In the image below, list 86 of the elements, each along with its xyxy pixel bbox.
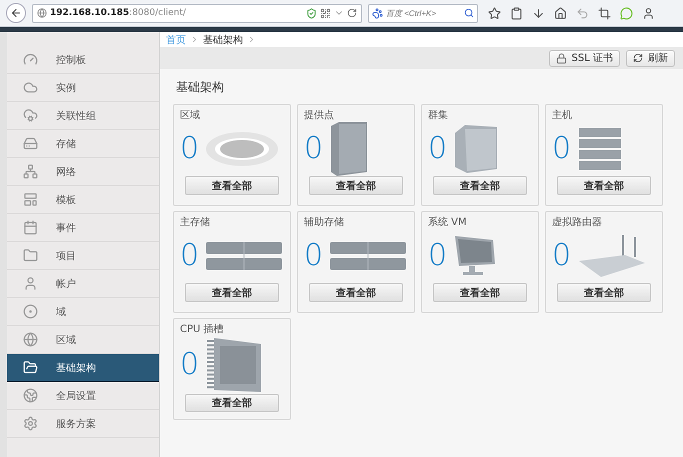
view-all-button[interactable]: 查看全部: [309, 283, 403, 302]
folder-icon: [23, 360, 38, 375]
sidebar-item[interactable]: 帐户: [7, 270, 159, 298]
view-all-button[interactable]: 查看全部: [433, 283, 527, 302]
card-title: 系统 VM: [427, 216, 467, 229]
back-button[interactable]: [6, 3, 26, 23]
view-all-button[interactable]: 查看全部: [185, 283, 279, 302]
user-icon: [23, 276, 38, 291]
sidebar-item[interactable]: 基础架构: [7, 354, 159, 382]
sidebar-item[interactable]: 关联性组: [7, 102, 159, 130]
view-all-button[interactable]: 查看全部: [309, 176, 403, 195]
target-icon: [23, 304, 38, 319]
settings-icon: [23, 416, 38, 431]
resource-count: 0: [552, 134, 572, 164]
view-all-button[interactable]: 查看全部: [185, 176, 279, 195]
back-icon: [10, 7, 22, 19]
card-title: 虚拟路由器: [551, 216, 602, 229]
card-title: 主机: [551, 108, 572, 122]
resource-count: 0: [304, 241, 324, 271]
card-title: 主存储: [179, 216, 210, 229]
ssl-certificate-button[interactable]: SSL 证书: [548, 50, 620, 66]
chevron-icon: [247, 35, 256, 44]
server-drawing: [577, 126, 624, 172]
sidebar-item[interactable]: 项目: [7, 242, 159, 270]
cube-drawing: [453, 125, 500, 173]
resource-count: 0: [428, 241, 448, 271]
panel-title: 基础架构: [175, 79, 225, 96]
sidebar-item[interactable]: 事件: [7, 214, 159, 242]
card-title: 提供点: [303, 108, 334, 122]
search-field[interactable]: 百度 <Ctrl+K>: [386, 8, 461, 18]
cloud-icon: [23, 80, 38, 95]
sidebar-item[interactable]: 全局设置: [7, 382, 159, 410]
search-box[interactable]: 百度 <Ctrl+K>: [368, 4, 478, 22]
refresh-icon: [633, 53, 643, 63]
card-title: CPU 插槽: [179, 322, 224, 336]
resource-count: 0: [428, 134, 448, 164]
card-title: 区域: [179, 108, 200, 122]
view-all-button[interactable]: 查看全部: [433, 176, 527, 195]
cpu-chip-drawing: [205, 336, 264, 394]
resource-count: 0: [180, 134, 200, 164]
paw-icon[interactable]: [372, 8, 383, 18]
search-icon[interactable]: [464, 8, 474, 18]
breadcrumb-current: 基础架构: [203, 34, 243, 46]
sidebar-item[interactable]: 实例: [7, 74, 159, 102]
resource-count: 0: [552, 241, 572, 271]
card-title: 群集: [427, 109, 448, 122]
sidebar-item[interactable]: 存储: [7, 130, 159, 158]
resource-count: 0: [180, 350, 200, 380]
router-drawing: [577, 233, 648, 279]
shield-icon[interactable]: [306, 8, 317, 18]
view-all-button[interactable]: 查看全部: [185, 394, 279, 412]
lock-icon: [556, 52, 567, 64]
clipboard-icon[interactable]: [510, 6, 523, 20]
gauge-icon: [23, 52, 38, 67]
sidebar-item[interactable]: 控制板: [7, 46, 159, 74]
globe-icon: [23, 388, 38, 403]
globe-icon: [23, 332, 38, 347]
sidebar-item[interactable]: 服务方案: [7, 410, 159, 438]
cloud-gear-icon: [23, 108, 38, 123]
resource-count: 0: [304, 134, 324, 164]
sidebar-item[interactable]: 域: [7, 298, 159, 326]
view-all-button[interactable]: 查看全部: [557, 283, 651, 302]
url-text: 192.168.10.185:8080/client/: [50, 8, 187, 18]
crop-icon[interactable]: [598, 6, 611, 20]
user-icon[interactable]: [642, 6, 655, 20]
layout-icon: [23, 192, 38, 207]
reload-icon[interactable]: [347, 8, 357, 18]
folder-icon: [23, 248, 38, 263]
network-icon: [23, 164, 38, 179]
card-title: 辅助存储: [303, 216, 344, 229]
star-icon[interactable]: [488, 6, 501, 20]
globe-icon: [37, 8, 47, 18]
sidebar-item[interactable]: 模板: [7, 186, 159, 214]
monitor-drawing: [453, 234, 498, 278]
address-field[interactable]: 192.168.10.185:8080/client/: [32, 4, 362, 22]
qr-code-icon[interactable]: [320, 8, 331, 18]
server-rack-drawing: [329, 122, 370, 176]
calendar-icon: [23, 220, 38, 235]
download-icon[interactable]: [532, 6, 545, 20]
home-icon[interactable]: [554, 6, 567, 20]
refresh-button[interactable]: 刷新: [626, 50, 675, 66]
hard-drive-icon: [23, 136, 38, 151]
view-all-button[interactable]: 查看全部: [557, 176, 651, 195]
chevron-icon: [190, 35, 199, 44]
sidebar-item[interactable]: 网络: [7, 158, 159, 186]
resource-count: 0: [180, 241, 200, 271]
